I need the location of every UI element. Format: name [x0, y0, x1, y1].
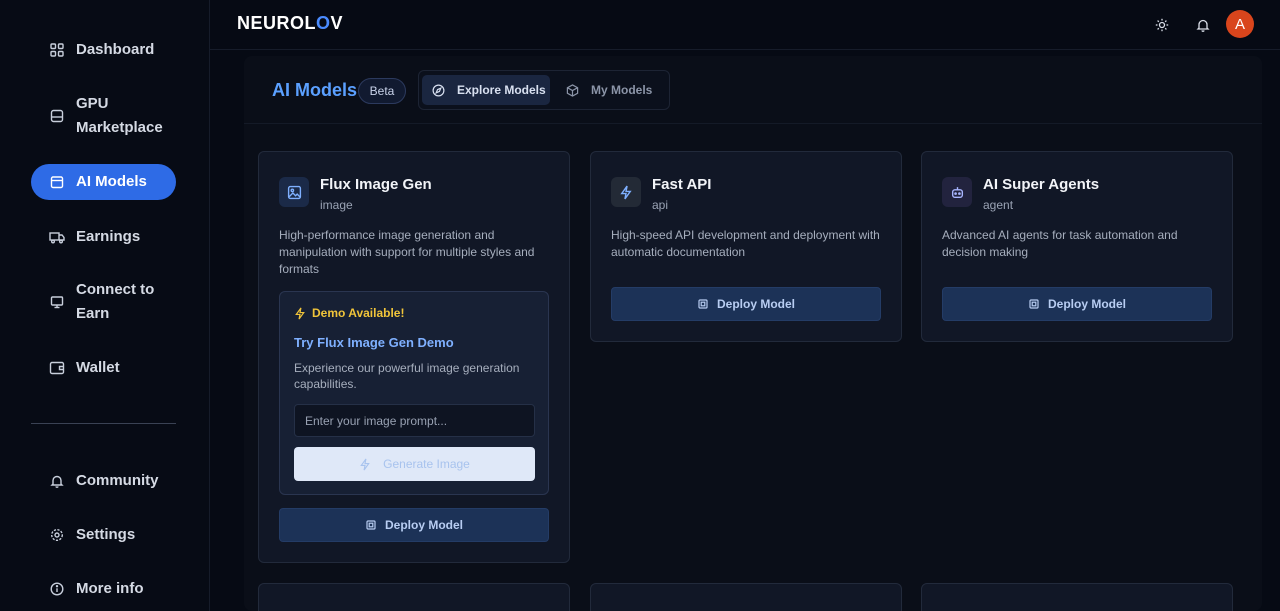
chip-icon [697, 298, 709, 310]
model-card-partial [258, 583, 570, 611]
model-card-partial [921, 583, 1233, 611]
page-title: AI Models [272, 80, 358, 100]
model-card-partial [590, 583, 902, 611]
sidebar-item-earnings[interactable]: Earnings [31, 225, 176, 249]
card-type: image [320, 198, 353, 212]
deploy-model-button[interactable]: Deploy Model [942, 287, 1212, 321]
image-icon [279, 177, 309, 207]
sidebar-item-label: Earnings [76, 228, 141, 245]
sidebar: Dashboard GPU Marketplace AI Models Earn… [0, 0, 210, 611]
bell-icon [49, 473, 65, 489]
sidebar-item-label: GPU Marketplace [76, 95, 163, 136]
dashboard-grid-icon [49, 42, 65, 58]
model-tabs: Explore Models My Models [418, 70, 670, 110]
model-card-ai-super-agents: AI Super Agents agent Advanced AI agents… [921, 151, 1233, 342]
sidebar-item-label: Community [76, 472, 159, 489]
tab-explore-models[interactable]: Explore Models [422, 75, 550, 105]
page-header: AI Models Beta Explore Models My Models [244, 70, 1262, 124]
avatar[interactable]: A [1226, 10, 1254, 38]
sidebar-item-wallet[interactable]: Wallet [31, 356, 176, 380]
demo-available-badge: Demo Available! [294, 306, 404, 320]
gear-icon [49, 527, 65, 543]
theme-toggle-sun-icon[interactable] [1151, 14, 1173, 36]
card-description: High-speed API development and deploymen… [611, 228, 880, 259]
sidebar-item-label: More info [76, 580, 144, 597]
chip-icon [365, 519, 377, 531]
demo-panel: Demo Available! Try Flux Image Gen Demo … [279, 291, 549, 495]
calendar-icon [49, 174, 65, 190]
sidebar-item-label: Connect to Earn [76, 281, 155, 322]
server-icon [49, 108, 65, 124]
sidebar-item-more-info[interactable]: More info [31, 577, 176, 601]
cube-icon [566, 83, 579, 97]
sidebar-item-connect-to-earn[interactable]: Connect to Earn [31, 278, 176, 326]
card-type: api [652, 198, 669, 212]
demo-description: Experience our powerful image generation… [294, 361, 520, 391]
tab-my-models[interactable]: My Models [556, 75, 666, 105]
sidebar-item-label: Wallet [76, 359, 120, 376]
card-description: High-performance image generation and ma… [279, 228, 535, 276]
image-prompt-input[interactable] [294, 404, 535, 437]
robot-icon [942, 177, 972, 207]
deploy-model-button[interactable]: Deploy Model [611, 287, 881, 321]
sidebar-divider [31, 423, 176, 424]
lightning-icon [359, 458, 371, 471]
lightning-icon [611, 177, 641, 207]
sidebar-item-label: Dashboard [76, 41, 155, 58]
monitor-icon [49, 294, 65, 310]
sidebar-item-settings[interactable]: Settings [31, 523, 176, 547]
beta-badge: Beta [358, 78, 406, 104]
notifications-bell-icon[interactable] [1192, 14, 1214, 36]
info-icon [49, 581, 65, 597]
chip-icon [1028, 298, 1040, 310]
lightning-icon [294, 307, 306, 320]
card-title: Fast API [652, 176, 712, 193]
card-title: Flux Image Gen [320, 176, 432, 193]
card-type: agent [983, 198, 1014, 212]
sidebar-item-dashboard[interactable]: Dashboard [31, 38, 176, 62]
generate-image-button[interactable]: Generate Image [294, 447, 535, 481]
sidebar-item-gpu-marketplace[interactable]: GPU Marketplace [31, 92, 176, 140]
truck-icon [49, 229, 65, 245]
compass-icon [432, 84, 445, 97]
demo-title: Try Flux Image Gen Demo [294, 335, 454, 350]
card-title: AI Super Agents [983, 176, 1100, 193]
sidebar-item-label: Settings [76, 526, 136, 543]
model-card-flux-image-gen: Flux Image Gen image High-performance im… [258, 151, 570, 563]
top-bar: NEUROLOV A [210, 0, 1280, 50]
wallet-icon [49, 360, 65, 376]
deploy-model-button[interactable]: Deploy Model [279, 508, 549, 542]
card-description: Advanced AI agents for task automation a… [942, 228, 1178, 259]
sidebar-item-ai-models[interactable]: AI Models [31, 164, 176, 200]
sidebar-item-label: AI Models [76, 173, 147, 190]
model-card-fast-api: Fast API api High-speed API development … [590, 151, 902, 342]
sidebar-item-community[interactable]: Community [31, 469, 176, 493]
app-logo[interactable]: NEUROLOV [237, 13, 343, 34]
